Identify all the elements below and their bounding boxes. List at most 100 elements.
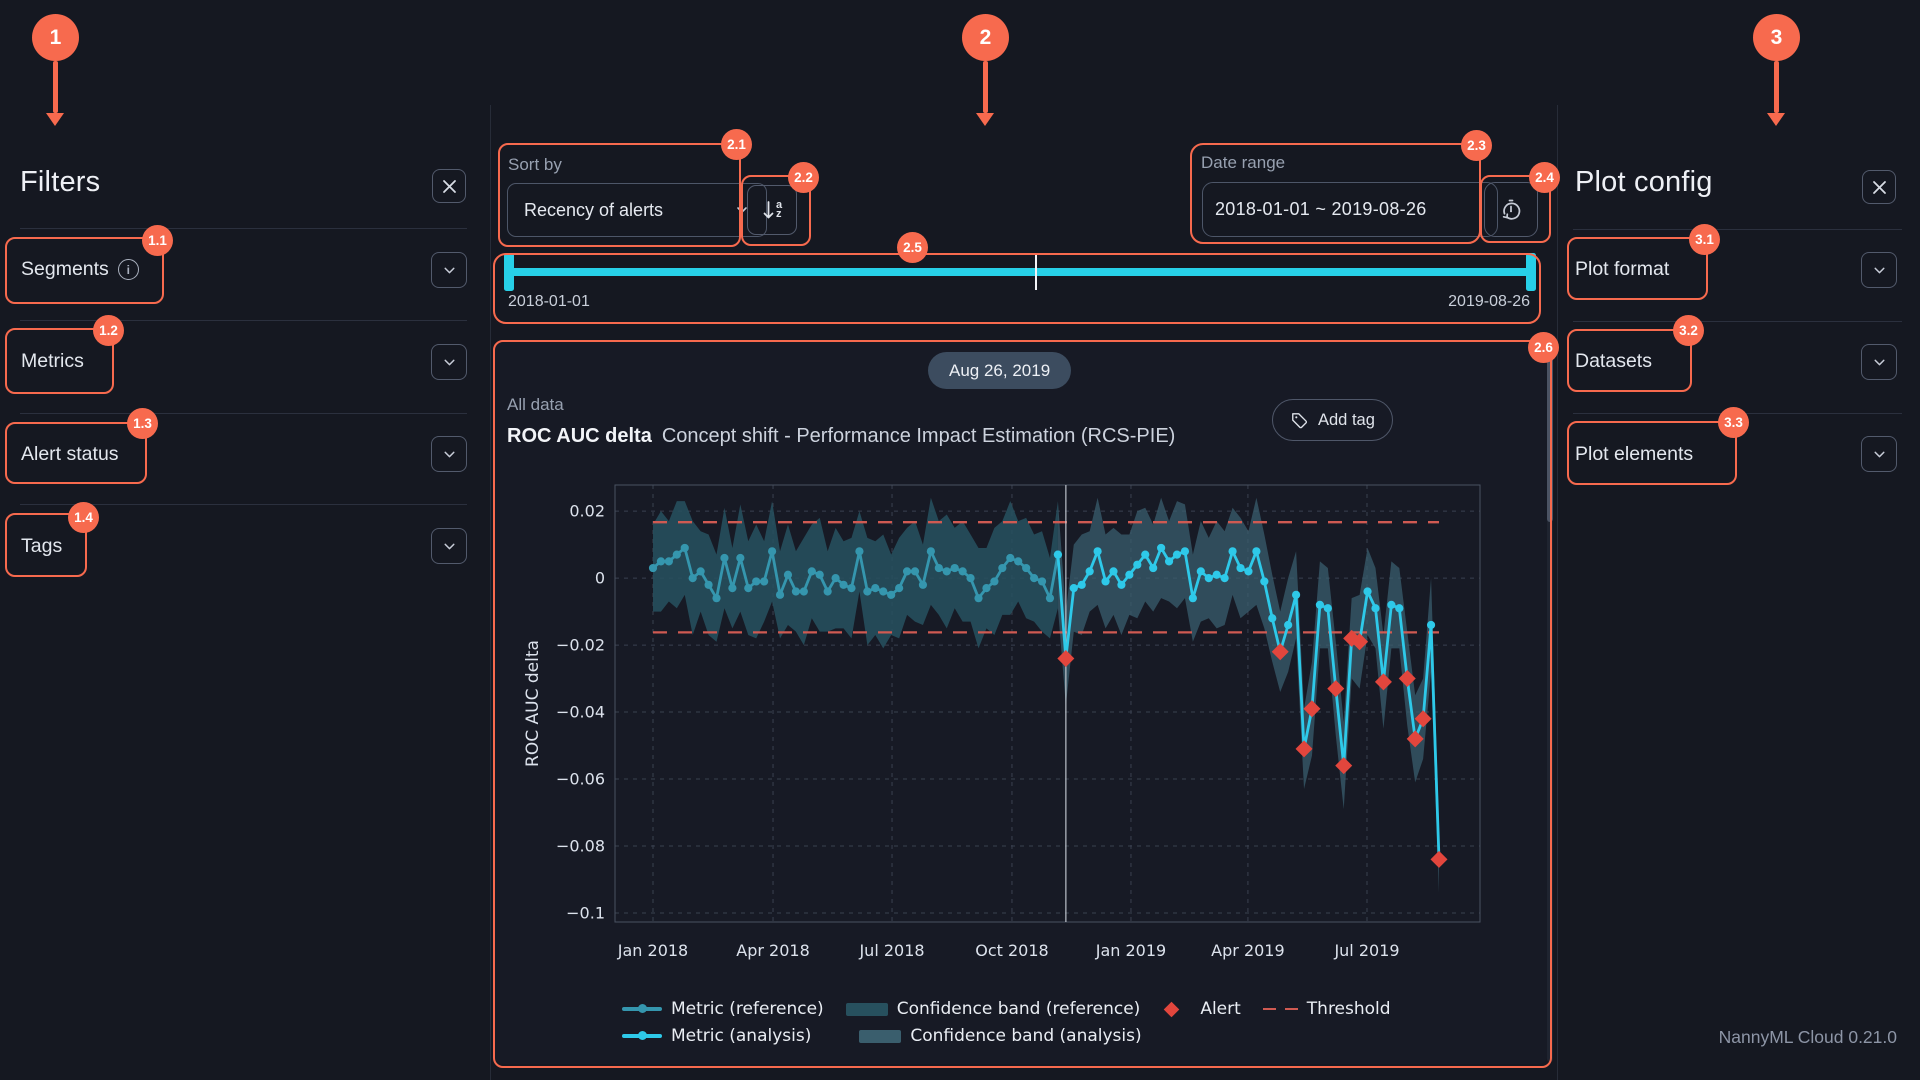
close-icon — [1872, 180, 1887, 195]
divider — [20, 320, 467, 321]
filter-section-label: Segments — [21, 258, 109, 281]
legend-item-metric-reference[interactable]: Metric (reference) — [622, 999, 824, 1019]
annotation-badge-2-4: 2.4 — [1529, 162, 1560, 193]
date-range-slider[interactable] — [510, 268, 1530, 276]
chevron-down-icon — [1871, 354, 1888, 371]
plot-format-expand-button[interactable] — [1861, 252, 1897, 288]
annotation-arrow — [53, 61, 58, 113]
annotation-badge-1: 1 — [32, 14, 79, 61]
legend-item-confidence-band-reference[interactable]: Confidence band (reference) — [846, 999, 1141, 1019]
info-icon[interactable]: i — [118, 259, 139, 280]
slider-current-date-cursor[interactable] — [1035, 254, 1037, 290]
plot-config-section-plot-elements: Plot elements — [1575, 443, 1693, 466]
metric-chart[interactable]: 0.020−0.02−0.04−0.06−0.08−0.1Jan 2018Apr… — [500, 380, 1548, 1060]
app-root: Filters Segments i Metrics Alert status … — [0, 0, 1920, 1080]
annotation-arrow — [1774, 61, 1779, 113]
filters-panel-title: Filters — [20, 166, 100, 199]
right-panel-separator — [1557, 105, 1558, 1080]
chevron-down-icon — [441, 262, 458, 279]
annotation-box-2-5 — [493, 253, 1541, 324]
filter-section-label: Alert status — [21, 443, 119, 466]
annotation-badge-2-6: 2.6 — [1528, 332, 1559, 363]
app-version-label: NannyML Cloud 0.21.0 — [1719, 1027, 1897, 1048]
annotation-badge-2-3: 2.3 — [1461, 130, 1492, 161]
metrics-expand-button[interactable] — [431, 344, 467, 380]
plot-config-section-label: Plot elements — [1575, 443, 1693, 466]
legend-label: Metric (analysis) — [671, 1026, 811, 1046]
sort-by-label: Sort by — [508, 155, 562, 175]
clock-rotate-left-icon — [1498, 197, 1524, 223]
svg-text:−0.02: −0.02 — [556, 636, 605, 655]
annotation-badge-1-3: 1.3 — [127, 408, 158, 439]
svg-text:Apr 2018: Apr 2018 — [736, 941, 809, 960]
svg-text:Jan 2019: Jan 2019 — [1095, 941, 1166, 960]
line-swatch-icon — [622, 1007, 662, 1011]
annotation-badge-1-1: 1.1 — [142, 225, 173, 256]
slider-start-date: 2018-01-01 — [508, 293, 590, 311]
sort-by-value: Recency of alerts — [524, 200, 663, 221]
svg-text:0: 0 — [595, 569, 605, 588]
slider-handle-end[interactable] — [1526, 253, 1536, 291]
legend-item-threshold[interactable]: Threshold — [1263, 999, 1391, 1019]
filter-section-tags: Tags — [21, 535, 62, 558]
svg-text:Apr 2019: Apr 2019 — [1211, 941, 1284, 960]
band-swatch-icon — [859, 1030, 901, 1043]
chevron-down-icon — [1871, 262, 1888, 279]
svg-text:Jul 2018: Jul 2018 — [858, 941, 924, 960]
datasets-expand-button[interactable] — [1861, 344, 1897, 380]
alert-status-expand-button[interactable] — [431, 436, 467, 472]
sort-direction-button[interactable]: az — [747, 185, 797, 235]
left-panel-separator — [490, 105, 491, 1080]
legend-label: Alert — [1200, 999, 1240, 1019]
divider — [20, 413, 467, 414]
svg-text:Jan 2018: Jan 2018 — [617, 941, 688, 960]
date-range-value: 2018-01-01 ~ 2019-08-26 — [1215, 199, 1427, 220]
close-icon — [442, 179, 457, 194]
legend-label: Threshold — [1307, 999, 1391, 1019]
segments-expand-button[interactable] — [431, 252, 467, 288]
alert-diamond-icon — [1164, 1001, 1180, 1017]
chevron-down-icon — [441, 446, 458, 463]
legend-label: Confidence band (analysis) — [910, 1026, 1141, 1046]
annotation-badge-3-2: 3.2 — [1673, 315, 1704, 346]
tags-expand-button[interactable] — [431, 528, 467, 564]
chart-legend-row-1: Metric (reference) Confidence band (refe… — [622, 999, 1413, 1019]
annotation-badge-1-4: 1.4 — [68, 502, 99, 533]
slider-handle-start[interactable] — [504, 253, 514, 291]
legend-label: Metric (reference) — [671, 999, 824, 1019]
chevron-down-icon — [441, 354, 458, 371]
plot-elements-expand-button[interactable] — [1861, 436, 1897, 472]
filter-section-alert-status: Alert status — [21, 443, 119, 466]
band-swatch-icon — [846, 1003, 888, 1016]
filter-section-metrics: Metrics — [21, 350, 84, 373]
chevron-down-icon — [441, 538, 458, 555]
plot-config-section-datasets: Datasets — [1575, 350, 1652, 373]
legend-item-confidence-band-analysis[interactable]: Confidence band (analysis) — [859, 1026, 1141, 1046]
plot-config-section-plot-format: Plot format — [1575, 258, 1669, 281]
annotation-arrow-head — [46, 113, 64, 126]
filter-section-label: Tags — [21, 535, 62, 558]
annotation-badge-2-1: 2.1 — [721, 129, 752, 160]
filter-section-segments: Segments i — [21, 258, 139, 281]
sort-by-select[interactable]: Recency of alerts — [507, 183, 767, 237]
annotation-badge-2: 2 — [962, 14, 1009, 61]
legend-label: Confidence band (reference) — [897, 999, 1141, 1019]
annotation-badge-2-5: 2.5 — [897, 232, 928, 263]
legend-item-alert[interactable]: Alert — [1162, 999, 1240, 1019]
chart-plot-area[interactable]: 0.020−0.02−0.04−0.06−0.08−0.1Jan 2018Apr… — [500, 380, 1548, 1060]
svg-text:0.02: 0.02 — [569, 502, 605, 521]
legend-item-metric-analysis[interactable]: Metric (analysis) — [622, 1026, 837, 1046]
filters-close-button[interactable] — [432, 169, 466, 203]
annotation-badge-3-1: 3.1 — [1689, 224, 1720, 255]
arrow-down-a-z-icon: az — [762, 200, 782, 220]
plot-config-close-button[interactable] — [1862, 170, 1896, 204]
annotation-badge-3: 3 — [1753, 14, 1800, 61]
slider-end-date: 2019-08-26 — [1418, 293, 1530, 311]
date-range-input[interactable]: 2018-01-01 ~ 2019-08-26 — [1202, 182, 1498, 237]
divider — [1573, 321, 1902, 322]
line-swatch-icon — [622, 1034, 662, 1038]
date-range-reset-button[interactable] — [1484, 182, 1538, 237]
svg-text:Oct 2018: Oct 2018 — [975, 941, 1048, 960]
chart-legend-row-2: Metric (analysis) Confidence band (analy… — [622, 1026, 1164, 1046]
plot-config-section-label: Datasets — [1575, 350, 1652, 373]
